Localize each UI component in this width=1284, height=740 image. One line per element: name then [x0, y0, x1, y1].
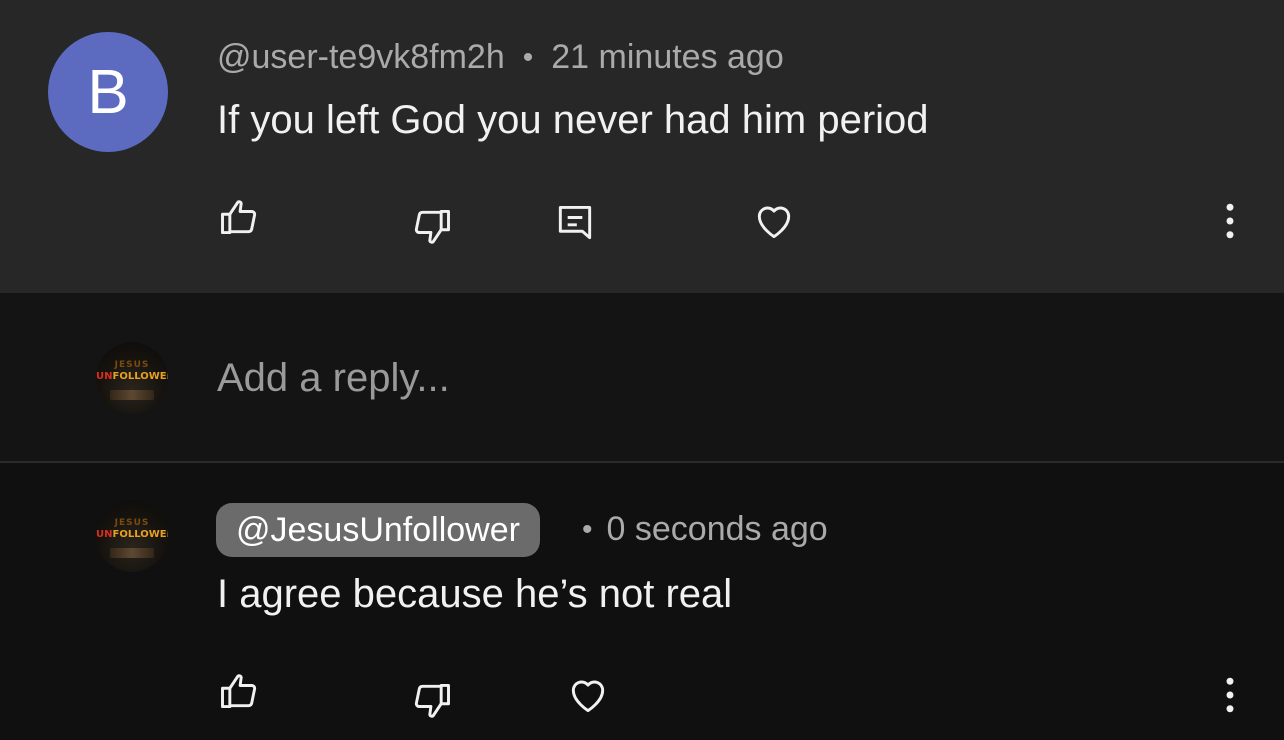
comment-text: If you left God you never had him period — [217, 98, 929, 142]
meta-separator: • — [522, 40, 534, 74]
heart-icon — [571, 680, 605, 713]
reply-meta: • 0 seconds ago — [582, 510, 828, 549]
avatar-main-rest: FOLLOWER — [112, 371, 169, 382]
avatar-top-word: JESUS — [114, 518, 150, 528]
avatar-main-rest: FOLLOWER — [112, 529, 169, 540]
dislike-icon — [414, 683, 450, 718]
reply-input[interactable]: Add a reply... — [217, 356, 450, 401]
top-comment: B @user-te9vk8fm2h • 21 minutes ago If y… — [0, 0, 1284, 293]
like-icon — [221, 674, 257, 709]
author-avatar[interactable]: B — [48, 32, 168, 152]
reply-author-avatar[interactable]: JESUS UNFOLLOWER — [96, 500, 168, 572]
heart-icon — [757, 206, 791, 239]
reply-input-row — [0, 293, 1284, 461]
more-vertical-icon — [1226, 203, 1234, 239]
channel-avatar: JESUS UNFOLLOWER — [96, 342, 168, 414]
comment-author[interactable]: @user-te9vk8fm2h — [217, 38, 505, 77]
reply-dislike-button[interactable] — [408, 677, 456, 725]
reply-like-button[interactable] — [215, 667, 263, 715]
avatar-main-word: UNFOLLOWER — [96, 529, 168, 540]
meta-separator: • — [582, 512, 593, 546]
dislike-button[interactable] — [408, 203, 456, 251]
more-options-button[interactable] — [1206, 197, 1254, 245]
like-button[interactable] — [215, 193, 263, 241]
book-image — [110, 390, 154, 400]
heart-button[interactable] — [750, 197, 798, 245]
reply-author-chip[interactable]: @JesusUnfollower — [216, 503, 540, 557]
reply-button[interactable] — [551, 199, 599, 247]
comment-meta: @user-te9vk8fm2h • 21 minutes ago — [217, 38, 784, 77]
reply-text: I agree because he’s not real — [217, 572, 733, 616]
reply-more-options-button[interactable] — [1206, 671, 1254, 719]
reply-heart-button[interactable] — [564, 671, 612, 719]
reply-icon — [558, 205, 592, 240]
comment-thread: B @user-te9vk8fm2h • 21 minutes ago If y… — [0, 0, 1284, 740]
dislike-icon — [414, 209, 450, 244]
avatar-main-prefix: UN — [96, 529, 113, 540]
avatar-main-prefix: UN — [96, 371, 113, 382]
more-vertical-icon — [1226, 677, 1234, 713]
avatar-letter: B — [87, 57, 129, 127]
reply-time: 0 seconds ago — [606, 510, 828, 548]
book-image — [110, 548, 154, 558]
like-icon — [221, 200, 257, 235]
avatar-top-word: JESUS — [114, 360, 150, 370]
comment-time: 21 minutes ago — [551, 38, 784, 76]
avatar-main-word: UNFOLLOWER — [96, 371, 168, 382]
